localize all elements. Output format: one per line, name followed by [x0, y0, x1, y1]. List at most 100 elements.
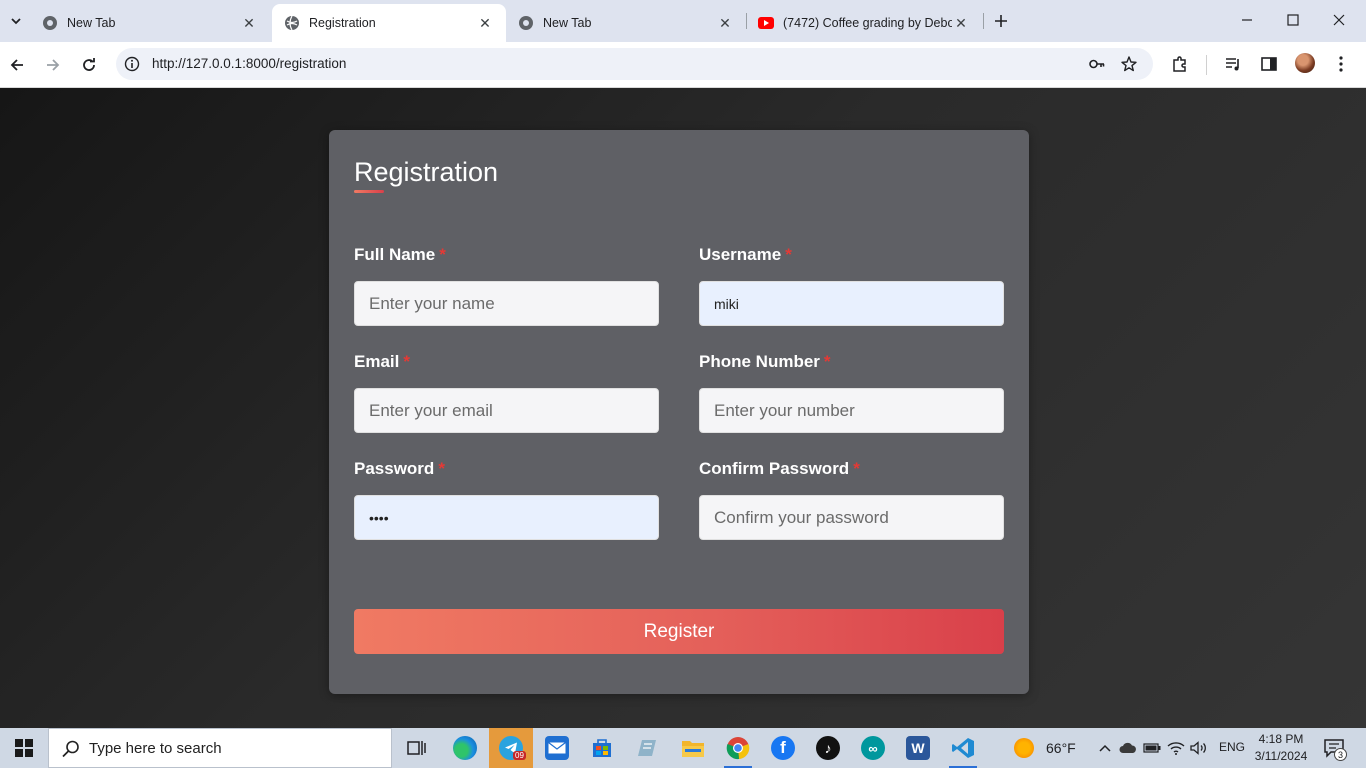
taskbar-store[interactable]: [580, 728, 624, 768]
tab-title: (7472) Coffee grading by Debo: [783, 16, 952, 30]
full-name-input[interactable]: [354, 281, 659, 326]
chrome-icon: [726, 737, 750, 760]
start-button[interactable]: [0, 728, 48, 768]
side-panel-button[interactable]: [1259, 54, 1279, 74]
page-title: Registration: [354, 157, 499, 187]
phone-input[interactable]: [699, 388, 1004, 433]
maximize-icon: [1287, 14, 1299, 26]
menu-button[interactable]: [1331, 54, 1351, 74]
password-label: Password *: [354, 459, 445, 478]
username-input[interactable]: [699, 281, 1004, 326]
arrow-left-icon: [10, 59, 23, 71]
arrow-right-icon: [47, 59, 60, 71]
weather-widget[interactable]: 66°F: [1014, 728, 1076, 768]
clock-time: 4:18 PM: [1258, 732, 1304, 746]
vscode-icon: [952, 738, 974, 758]
chrome-icon: [43, 16, 57, 30]
search-icon: [62, 740, 79, 758]
chevron-down-icon: [11, 18, 21, 25]
windows-icon: [15, 739, 33, 757]
taskbar-arduino[interactable]: ∞: [851, 728, 895, 768]
password-input[interactable]: [354, 495, 659, 540]
tab-title: Registration: [309, 16, 376, 30]
more-vert-icon: [1339, 56, 1343, 72]
tab-new-tab-1[interactable]: New Tab ✕: [30, 4, 270, 42]
confirm-password-field: Confirm Password *: [699, 459, 1004, 540]
clock[interactable]: 4:18 PM 3/11/2024: [1253, 731, 1309, 765]
extensions-button[interactable]: [1170, 54, 1190, 74]
notification-count: 3: [1334, 748, 1347, 761]
tab-title: New Tab: [67, 16, 116, 30]
full-name-field: Full Name *: [354, 245, 659, 326]
close-icon[interactable]: ✕: [716, 14, 734, 32]
tab-youtube[interactable]: (7472) Coffee grading by Debo ✕: [746, 4, 982, 42]
chrome-icon: [519, 16, 533, 30]
reload-icon: [83, 58, 95, 71]
input-language[interactable]: ENG: [1219, 740, 1245, 754]
required-mark: *: [785, 245, 792, 264]
wifi-tray[interactable]: [1167, 739, 1185, 757]
arduino-icon: ∞: [861, 736, 885, 760]
globe-icon: [285, 15, 299, 31]
onedrive-tray[interactable]: [1119, 739, 1137, 757]
battery-icon: [1143, 743, 1161, 753]
maximize-button[interactable]: [1270, 0, 1316, 40]
required-mark: *: [403, 352, 410, 371]
taskbar-notes[interactable]: [626, 728, 670, 768]
task-view-button[interactable]: [394, 728, 438, 768]
taskbar-mail[interactable]: [535, 728, 579, 768]
star-icon[interactable]: [1120, 55, 1138, 73]
puzzle-icon: [1173, 56, 1186, 72]
email-input[interactable]: [354, 388, 659, 433]
tab-title: New Tab: [543, 16, 592, 30]
tab-strip: New Tab ✕ Registration ✕ New Tab ✕ (7472…: [0, 0, 1366, 42]
phone-label: Phone Number *: [699, 352, 831, 371]
url-text[interactable]: http://127.0.0.1:8000/registration: [152, 56, 346, 71]
info-icon[interactable]: [124, 56, 140, 72]
task-view-icon: [407, 741, 426, 755]
taskbar-facebook[interactable]: f: [761, 728, 805, 768]
close-icon[interactable]: ✕: [952, 14, 970, 32]
show-hidden-icons-button[interactable]: [1096, 739, 1114, 757]
media-control-button[interactable]: [1223, 54, 1243, 74]
address-bar[interactable]: http://127.0.0.1:8000/registration: [116, 48, 1153, 80]
taskbar-tiktok[interactable]: ♪: [806, 728, 850, 768]
volume-tray[interactable]: [1190, 739, 1208, 757]
taskbar-word[interactable]: W: [896, 728, 940, 768]
email-label: Email *: [354, 352, 410, 371]
email-field: Email *: [354, 352, 659, 433]
taskbar-search[interactable]: Type here to search: [48, 728, 392, 768]
key-icon[interactable]: [1088, 55, 1106, 73]
tab-search-button[interactable]: [5, 10, 27, 32]
close-icon[interactable]: ✕: [476, 14, 494, 32]
battery-tray[interactable]: [1143, 739, 1161, 757]
close-icon[interactable]: ✕: [240, 14, 258, 32]
back-button[interactable]: [3, 51, 31, 79]
confirm-password-label: Confirm Password *: [699, 459, 860, 478]
taskbar-edge[interactable]: [443, 728, 487, 768]
profile-avatar[interactable]: [1295, 53, 1315, 73]
edge-icon: [453, 736, 477, 760]
facebook-icon: f: [771, 736, 795, 760]
taskbar-telegram[interactable]: 09: [489, 728, 533, 768]
register-button[interactable]: Register: [354, 609, 1004, 654]
page-viewport: Registration Full Name* Username* Email*…: [0, 88, 1366, 728]
reload-button[interactable]: [75, 51, 103, 79]
taskbar-chrome[interactable]: [716, 728, 760, 768]
tiktok-icon: ♪: [816, 736, 840, 760]
youtube-icon: [758, 17, 774, 29]
tab-new-tab-2[interactable]: New Tab ✕: [506, 4, 746, 42]
tab-registration[interactable]: Registration ✕: [272, 4, 506, 42]
search-placeholder: Type here to search: [89, 740, 222, 757]
close-window-button[interactable]: [1316, 0, 1362, 40]
minimize-button[interactable]: [1224, 0, 1270, 40]
confirm-password-input[interactable]: [699, 495, 1004, 540]
chevron-up-icon: [1099, 744, 1111, 752]
forward-button[interactable]: [39, 51, 67, 79]
taskbar-vscode[interactable]: [941, 728, 985, 768]
required-mark: *: [823, 352, 831, 371]
mail-icon: [545, 736, 569, 760]
new-tab-button[interactable]: [989, 9, 1013, 33]
taskbar-file-explorer[interactable]: [671, 728, 715, 768]
full-name-label: Full Name *: [354, 245, 446, 264]
